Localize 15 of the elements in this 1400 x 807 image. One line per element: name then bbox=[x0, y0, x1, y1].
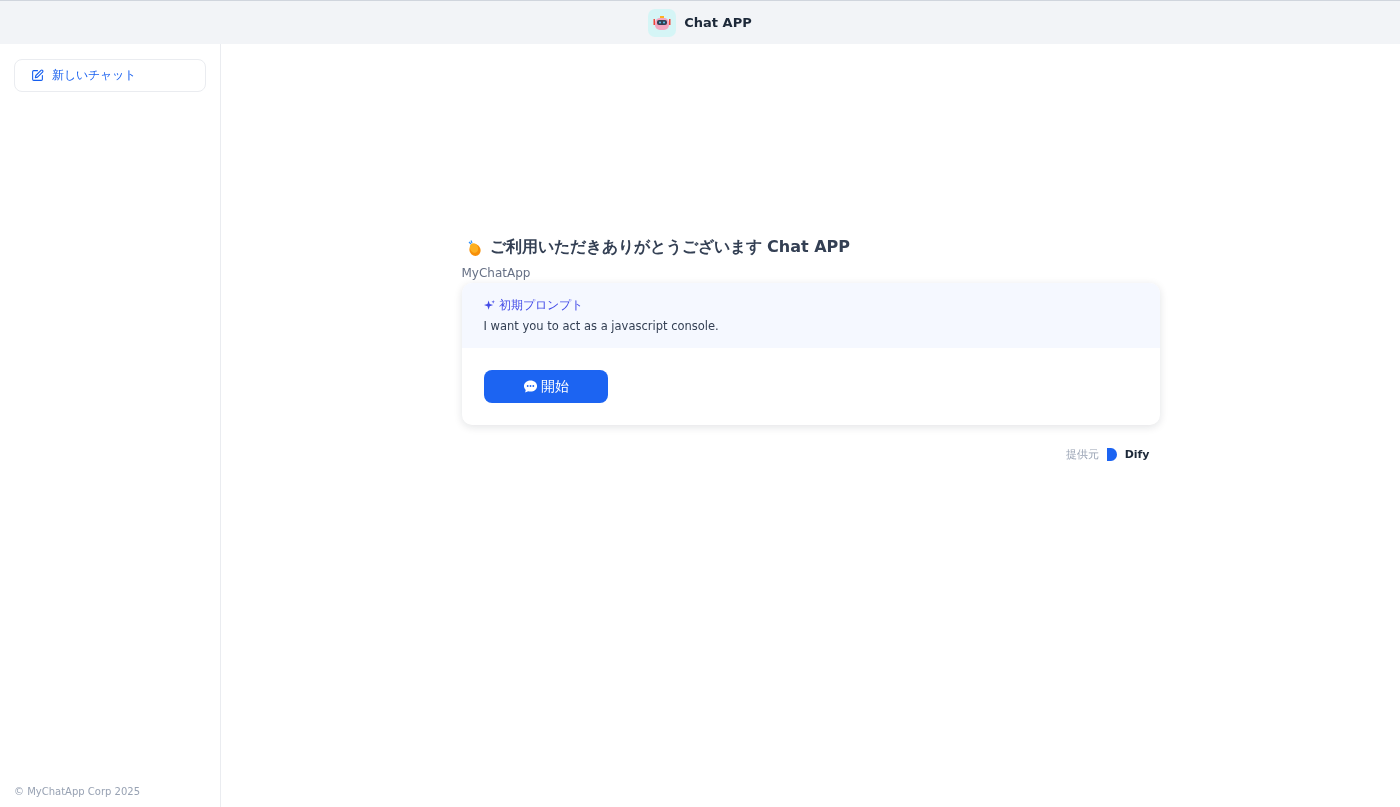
prompt-label: 初期プロンプト bbox=[498, 297, 583, 314]
brand-logo-icon bbox=[1106, 448, 1117, 461]
start-button[interactable]: 開始 bbox=[483, 370, 608, 403]
new-chat-button[interactable]: 新しいチャット bbox=[14, 59, 206, 92]
welcome-title: ご利用いただきありがとうございます Chat APP bbox=[489, 237, 851, 258]
robot-avatar-icon bbox=[648, 8, 677, 37]
prompt-text: I want you to act as a javascript console. bbox=[483, 319, 720, 333]
sparkle-icon bbox=[483, 300, 495, 311]
copyright-text: © MyChatApp Corp 2025 bbox=[14, 786, 141, 797]
edit-icon bbox=[31, 69, 44, 82]
brand-name: Dify bbox=[1124, 448, 1150, 461]
powered-by-label: 提供元 bbox=[1065, 447, 1099, 462]
app-title: Chat APP bbox=[684, 15, 752, 30]
chat-bubble-icon bbox=[522, 379, 538, 394]
app-name: MyChatApp bbox=[461, 266, 532, 280]
